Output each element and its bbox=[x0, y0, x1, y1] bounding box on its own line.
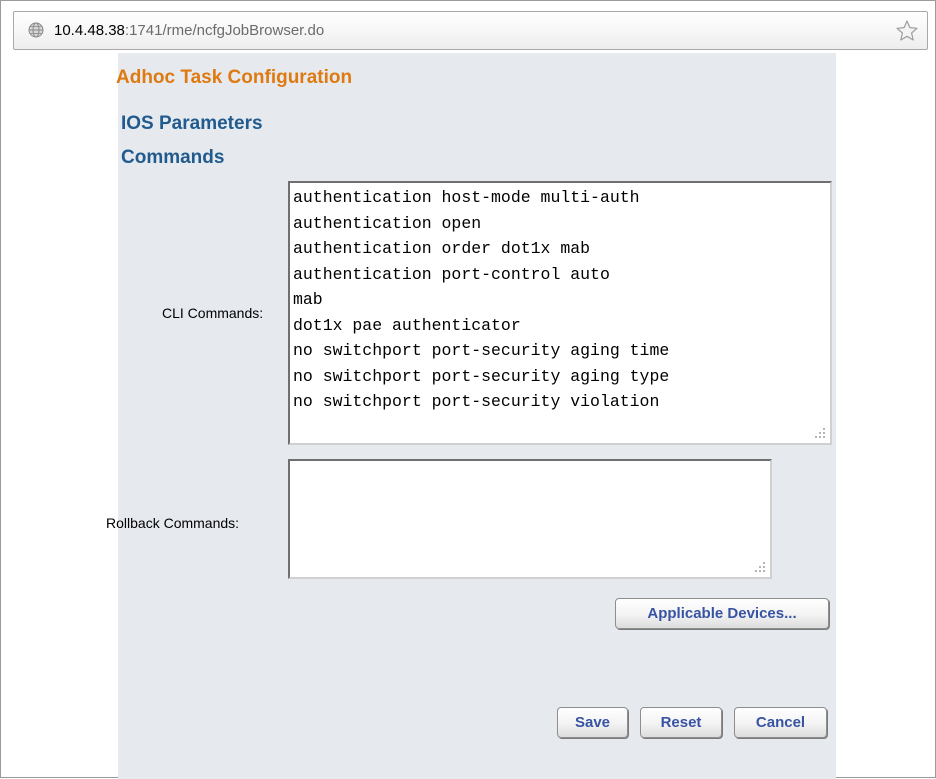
reset-button[interactable]: Reset bbox=[640, 707, 722, 738]
star-icon[interactable] bbox=[895, 19, 919, 43]
url-path: :1741/rme/ncfgJobBrowser.do bbox=[124, 22, 325, 39]
rollback-commands-label: Rollback Commands: bbox=[106, 515, 240, 531]
rollback-commands-textarea[interactable] bbox=[288, 459, 772, 579]
url-text[interactable]: 10.4.48.38:1741/rme/ncfgJobBrowser.do bbox=[54, 22, 324, 40]
cli-commands-textarea[interactable]: authentication host-mode multi-auth auth… bbox=[288, 181, 832, 445]
page-title: Adhoc Task Configuration bbox=[116, 67, 353, 88]
subsection-heading: Commands bbox=[121, 147, 225, 168]
save-button[interactable]: Save bbox=[557, 707, 628, 738]
cli-commands-label: CLI Commands: bbox=[162, 305, 264, 321]
applicable-devices-button[interactable]: Applicable Devices... bbox=[615, 598, 829, 629]
globe-icon bbox=[28, 22, 44, 38]
address-bar[interactable]: 10.4.48.38:1741/rme/ncfgJobBrowser.do bbox=[13, 11, 928, 50]
section-heading: IOS Parameters bbox=[121, 113, 263, 134]
browser-window: 10.4.48.38:1741/rme/ncfgJobBrowser.do Ad… bbox=[0, 0, 936, 779]
url-host: 10.4.48.38 bbox=[54, 22, 125, 39]
cancel-button[interactable]: Cancel bbox=[734, 707, 827, 738]
